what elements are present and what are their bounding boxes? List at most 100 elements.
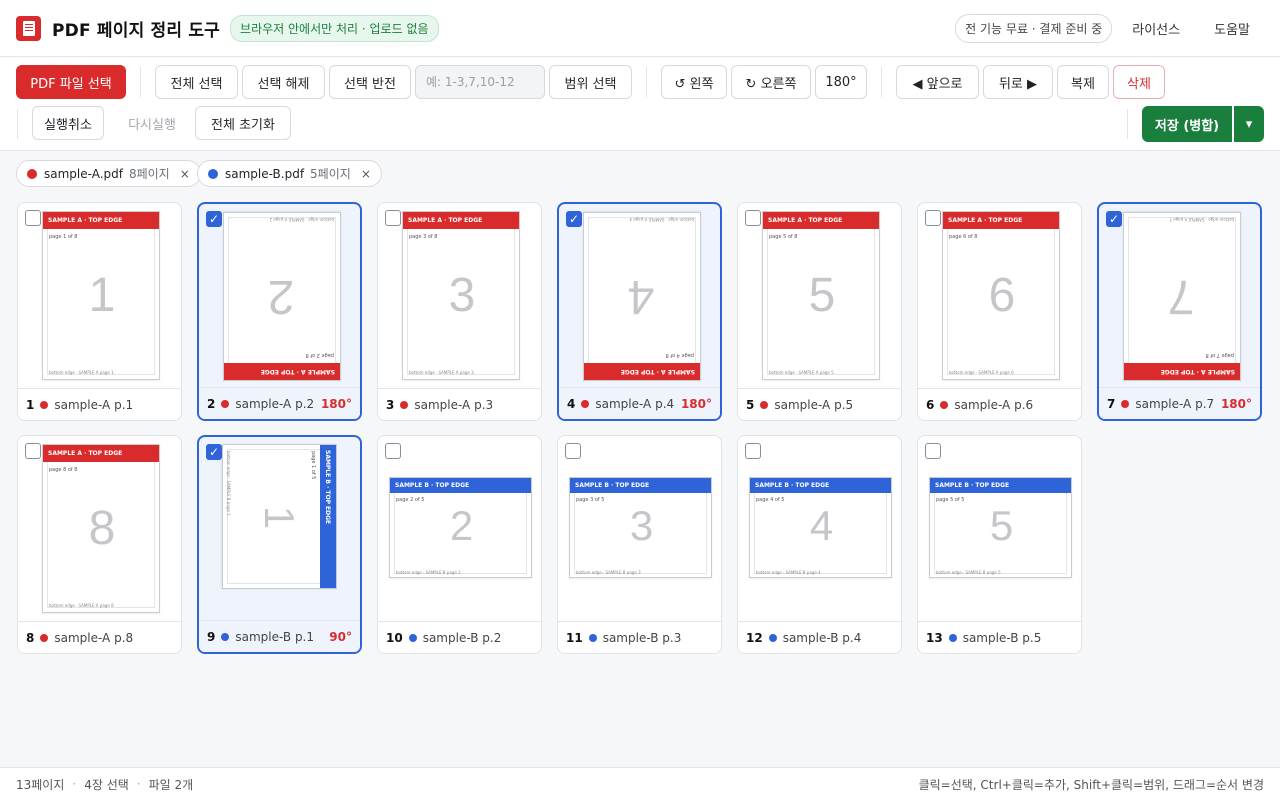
redo-button[interactable]: 다시실행 bbox=[113, 106, 191, 140]
page-source-label: sample-A p.2 bbox=[235, 396, 315, 411]
page-big-number: 6 bbox=[988, 269, 1016, 322]
save-options-dropdown[interactable]: ▾ bbox=[1234, 106, 1264, 142]
page-card[interactable]: SAMPLE A · TOP EDGE page 8 of 8 bottom edg… bbox=[17, 435, 182, 654]
page-card[interactable]: SAMPLE A · TOP EDGE page 5 of 8 bottom edg… bbox=[737, 202, 902, 421]
delete-button[interactable]: 삭제 bbox=[1113, 65, 1165, 99]
page-bottom-text: bottom edge · SAMPLE A page 7 bbox=[1169, 217, 1234, 222]
page-card[interactable]: SAMPLE A · TOP EDGE page 3 of 8 bottom edg… bbox=[377, 202, 542, 421]
help-link[interactable]: 도움말 bbox=[1200, 13, 1264, 44]
file-color-dot bbox=[221, 399, 230, 408]
reset-all-button[interactable]: 전체 초기화 bbox=[195, 106, 291, 140]
page-of-text: page 7 of 8 bbox=[1205, 352, 1234, 358]
remove-file-icon[interactable]: × bbox=[180, 167, 190, 181]
page-header-band: SAMPLE B · TOP EDGE bbox=[390, 478, 531, 493]
rotation-badge: 90° bbox=[329, 629, 352, 644]
move-back-button[interactable]: 뒤로 ▶ bbox=[983, 65, 1053, 99]
page-card-footer: 4 sample-A p.4 180° bbox=[559, 387, 720, 419]
page-header-band: SAMPLE B · TOP EDGE bbox=[320, 445, 336, 589]
page-preview: SAMPLE A · TOP EDGE page 5 of 8 bottom edg… bbox=[762, 211, 880, 380]
page-checkbox[interactable] bbox=[25, 210, 41, 226]
page-bottom-text: bottom edge · SAMPLE A page 8 bbox=[49, 603, 114, 608]
page-checkbox[interactable] bbox=[385, 443, 401, 459]
rotate-left-button[interactable]: ↺ 왼쪽 bbox=[661, 65, 727, 99]
page-big-number: 3 bbox=[629, 502, 654, 549]
rotate-right-button[interactable]: ↻ 오른쪽 bbox=[731, 65, 811, 99]
page-order-number: 13 bbox=[926, 630, 943, 645]
remove-file-icon[interactable]: × bbox=[361, 167, 371, 181]
page-checkbox[interactable] bbox=[925, 210, 941, 226]
page-big-number: 7 bbox=[1167, 270, 1195, 323]
page-big-number: 4 bbox=[809, 502, 834, 549]
page-checkbox[interactable]: ✓ bbox=[206, 211, 222, 227]
page-preview: SAMPLE A · TOP EDGE page 4 of 8 bottom edg… bbox=[583, 212, 701, 381]
page-card-footer: 3 sample-A p.3 bbox=[378, 388, 541, 420]
page-bottom-text: bottom edge · SAMPLE A page 3 bbox=[409, 370, 474, 375]
page-card[interactable]: SAMPLE A · TOP EDGE page 6 of 8 bottom edg… bbox=[917, 202, 1082, 421]
page-bottom-text: bottom edge · SAMPLE B page 2 bbox=[396, 570, 461, 575]
page-of-text: page 8 of 8 bbox=[49, 467, 78, 473]
duplicate-button[interactable]: 복제 bbox=[1057, 65, 1109, 99]
page-card[interactable]: SAMPLE B · TOP EDGE page 3 of 5 bottom edg… bbox=[557, 435, 722, 654]
select-all-button[interactable]: 전체 선택 bbox=[155, 65, 238, 99]
page-thumbnail: SAMPLE A · TOP EDGE page 6 of 8 bottom edg… bbox=[918, 203, 1081, 389]
page-card[interactable]: SAMPLE B · TOP EDGE page 5 of 5 bottom edg… bbox=[917, 435, 1082, 654]
page-card[interactable]: ✓ SAMPLE A · TOP EDGE page 2 of 8 bottom ed… bbox=[197, 202, 362, 421]
range-select-button[interactable]: 범위 선택 bbox=[549, 65, 632, 99]
page-big-number: 5 bbox=[808, 269, 836, 322]
page-bottom-text: bottom edge · SAMPLE B page 3 bbox=[576, 570, 641, 575]
page-order-number: 8 bbox=[26, 630, 35, 645]
page-bottom-text: bottom edge · SAMPLE B page 5 bbox=[936, 570, 1001, 575]
page-preview: SAMPLE B · TOP EDGE page 5 of 5 bottom edg… bbox=[929, 477, 1072, 578]
file-color-dot bbox=[400, 400, 409, 409]
page-of-text: page 4 of 8 bbox=[665, 352, 694, 358]
page-header-band: SAMPLE A · TOP EDGE bbox=[223, 363, 340, 380]
page-card-footer: 8 sample-A p.8 bbox=[18, 621, 181, 653]
page-checkbox[interactable] bbox=[745, 443, 761, 459]
page-big-number: 1 bbox=[88, 269, 116, 322]
deselect-button[interactable]: 선택 해제 bbox=[242, 65, 325, 99]
undo-button[interactable]: 실행취소 bbox=[32, 106, 104, 140]
page-checkbox[interactable] bbox=[925, 443, 941, 459]
choose-pdf-button[interactable]: PDF 파일 선택 bbox=[16, 65, 126, 99]
page-checkbox[interactable]: ✓ bbox=[1106, 211, 1122, 227]
save-merge-button[interactable]: 저장 (병합) bbox=[1142, 106, 1232, 142]
page-card[interactable]: ✓ SAMPLE A · TOP EDGE page 4 of 8 bottom ed… bbox=[557, 202, 722, 421]
page-card[interactable]: SAMPLE B · TOP EDGE page 4 of 5 bottom edg… bbox=[737, 435, 902, 654]
page-thumbnail: SAMPLE A · TOP EDGE page 8 of 8 bottom edg… bbox=[18, 436, 181, 622]
page-source-label: sample-A p.4 bbox=[595, 396, 675, 411]
rotate-180-button[interactable]: 180° bbox=[815, 65, 867, 99]
page-bottom-text: bottom edge · SAMPLE B page 1 bbox=[226, 451, 231, 516]
page-preview: SAMPLE B · TOP EDGE page 4 of 5 bottom edg… bbox=[749, 477, 892, 578]
page-preview: SAMPLE A · TOP EDGE page 6 of 8 bottom edg… bbox=[942, 211, 1060, 380]
page-thumbnail: SAMPLE B · TOP EDGE page 2 of 5 bottom edg… bbox=[378, 436, 541, 622]
page-thumbnail: SAMPLE A · TOP EDGE page 5 of 8 bottom edg… bbox=[738, 203, 901, 389]
page-card[interactable]: SAMPLE B · TOP EDGE page 2 of 5 bottom edg… bbox=[377, 435, 542, 654]
page-checkbox[interactable]: ✓ bbox=[566, 211, 582, 227]
page-order-number: 10 bbox=[386, 630, 403, 645]
status-bar: 13페이지 · 4장 선택 · 파일 2개 클릭=선택, Ctrl+클릭=추가,… bbox=[0, 767, 1280, 800]
page-checkbox[interactable] bbox=[745, 210, 761, 226]
page-order-number: 11 bbox=[566, 630, 583, 645]
file-chip-sample-a[interactable]: sample-A.pdf 8페이지 × bbox=[16, 160, 201, 187]
invert-selection-button[interactable]: 선택 반전 bbox=[329, 65, 411, 99]
page-card-footer: 7 sample-A p.7 180° bbox=[1099, 387, 1260, 419]
page-source-label: sample-B p.3 bbox=[602, 630, 682, 645]
page-order-number: 12 bbox=[746, 630, 763, 645]
page-range-input[interactable] bbox=[415, 65, 545, 99]
file-color-dot bbox=[588, 633, 597, 642]
page-checkbox[interactable] bbox=[385, 210, 401, 226]
page-checkbox[interactable] bbox=[25, 443, 41, 459]
page-card-footer: 13 sample-B p.5 bbox=[918, 621, 1081, 653]
file-chip-sample-b[interactable]: sample-B.pdf 5페이지 × bbox=[197, 160, 382, 187]
page-checkbox[interactable]: ✓ bbox=[206, 444, 222, 460]
page-card[interactable]: ✓ SAMPLE B · TOP EDGE page 1 of 5 bottom ed… bbox=[197, 435, 362, 654]
page-preview: SAMPLE B · TOP EDGE page 2 of 5 bottom edg… bbox=[389, 477, 532, 578]
page-source-label: sample-B p.5 bbox=[962, 630, 1042, 645]
page-checkbox[interactable] bbox=[565, 443, 581, 459]
page-card[interactable]: ✓ SAMPLE A · TOP EDGE page 7 of 8 bottom ed… bbox=[1097, 202, 1262, 421]
move-forward-button[interactable]: ◀ 앞으로 bbox=[896, 65, 979, 99]
page-header-band: SAMPLE A · TOP EDGE bbox=[763, 212, 879, 229]
page-card[interactable]: SAMPLE A · TOP EDGE page 1 of 8 bottom edg… bbox=[17, 202, 182, 421]
page-source-label: sample-A p.7 bbox=[1135, 396, 1215, 411]
license-link[interactable]: 라이선스 bbox=[1118, 13, 1194, 44]
